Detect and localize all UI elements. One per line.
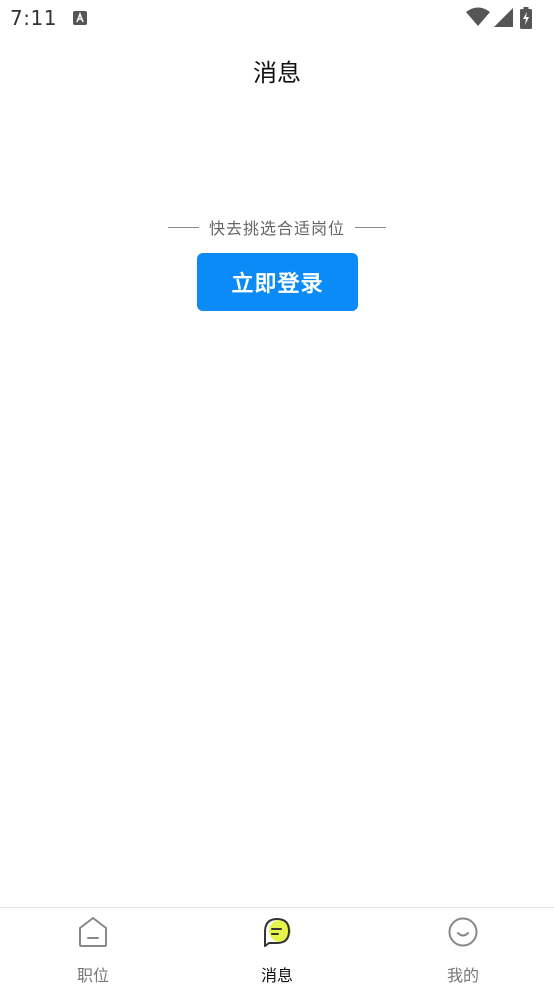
tab-mine[interactable]: 我的 <box>403 908 523 984</box>
status-bar: 7:11 <box>0 0 554 38</box>
home-icon <box>79 917 107 947</box>
hint-text: 快去挑选合适岗位 <box>208 219 345 238</box>
page-title: 消息 <box>253 59 301 87</box>
tab-jobs-label: 职位 <box>76 966 109 984</box>
messages-screen: 7:11 消息 快去挑选合适岗位 立即登录 职位 消息 我的 <box>0 0 554 984</box>
smile-face-icon <box>448 917 478 947</box>
tab-jobs[interactable]: 职位 <box>33 908 153 984</box>
status-icons <box>466 7 546 29</box>
hint-divider-left <box>167 226 199 228</box>
chat-bubble-icon <box>264 918 291 947</box>
hint-divider-right <box>355 226 386 228</box>
empty-state-hint: 快去挑选合适岗位 <box>0 215 554 239</box>
signal-icon <box>494 8 513 27</box>
battery-charging-icon <box>520 7 532 29</box>
login-button[interactable]: 立即登录 <box>197 253 358 311</box>
wifi-icon <box>466 7 490 26</box>
tab-mine-label: 我的 <box>446 966 479 984</box>
a-letter-icon <box>73 11 87 25</box>
tab-messages[interactable]: 消息 <box>217 908 337 984</box>
bottom-nav: 职位 消息 我的 <box>0 907 554 984</box>
tab-messages-label: 消息 <box>260 966 293 984</box>
status-time: 7:11 <box>10 6 57 30</box>
